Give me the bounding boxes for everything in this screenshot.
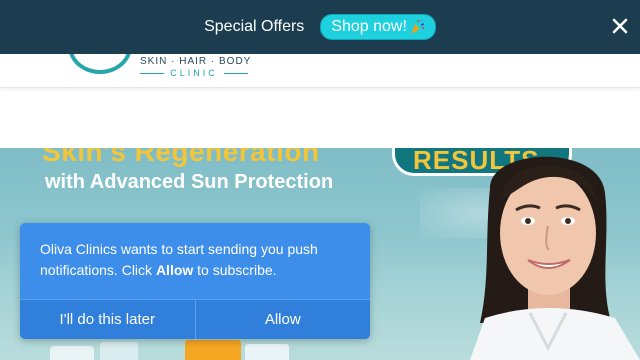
push-message: Oliva Clinics wants to start sending you… — [40, 239, 356, 281]
hero-subheadline: with Advanced Sun Protection — [45, 171, 334, 193]
push-message-suffix: to subscribe. — [197, 262, 277, 278]
shop-now-button[interactable]: Shop now! — [320, 14, 436, 40]
later-button[interactable]: I'll do this later — [20, 300, 195, 339]
page: SKIN · HAIR · BODY CLINIC Special Offers… — [0, 0, 640, 360]
logo-tagline: SKIN · HAIR · BODY — [140, 56, 252, 67]
close-icon[interactable] — [610, 16, 630, 36]
push-notification-prompt: Oliva Clinics wants to start sending you… — [20, 223, 370, 339]
special-offers-bar: Special Offers Shop now! — [0, 0, 640, 54]
party-popper-icon — [410, 19, 425, 34]
push-actions: I'll do this later Allow — [20, 299, 370, 339]
shop-now-label: Shop now! — [331, 18, 407, 35]
logo-clinic-text: CLINIC — [170, 68, 218, 78]
model-illustration — [470, 156, 640, 360]
push-message-bold: Allow — [155, 262, 194, 278]
hero-headline: Skin's Regeneration — [42, 148, 320, 167]
product-images — [50, 340, 289, 360]
logo-rule-left — [140, 72, 165, 74]
allow-button[interactable]: Allow — [194, 300, 371, 339]
logo-clinic-row: CLINIC — [140, 68, 249, 78]
logo-rule-right — [223, 72, 249, 74]
offer-text: Special Offers — [204, 18, 305, 35]
